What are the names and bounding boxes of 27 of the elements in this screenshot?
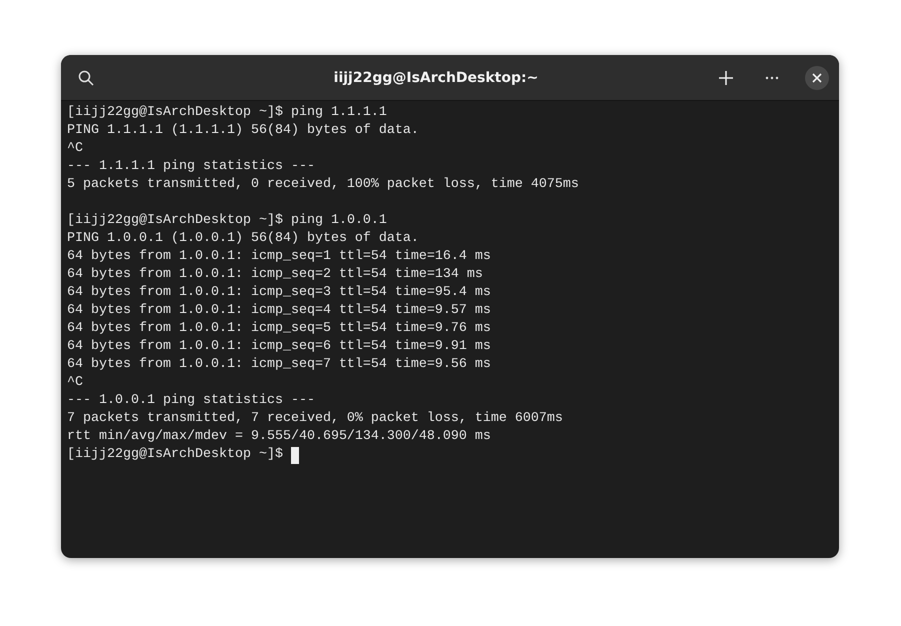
shell-prompt: [iijj22gg@IsArchDesktop ~]$ [67,104,283,122]
output-line: 64 bytes from 1.0.0.1: icmp_seq=2 ttl=54 time=134 ms [67,266,483,284]
output-line: --- 1.0.0.1 ping statistics --- [67,392,315,410]
output-line: 64 bytes from 1.0.0.1: icmp_seq=1 ttl=54 time=16.4 ms [67,248,491,266]
output-line: 5 packets transmitted, 0 received, 100% packet loss, time 4075ms [67,176,579,194]
output-line: PING 1.0.0.1 (1.0.0.1) 56(84) bytes of data. [67,230,419,248]
output-line: 64 bytes from 1.0.0.1: icmp_seq=3 ttl=54 time=95.4 ms [67,284,491,302]
plus-icon [719,70,733,84]
close-icon [812,72,822,82]
output-line: ^C [67,140,83,158]
window-title: iijj22gg@IsArchDesktop:~ [332,70,540,86]
search-icon [78,70,94,86]
output-line: ^C [67,374,83,392]
output-line: 64 bytes from 1.0.0.1: icmp_seq=5 ttl=54 time=9.76 ms [67,320,491,338]
more-icon [765,76,779,80]
command-text: ping 1.1.1.1 [290,104,387,122]
shell-prompt: [iijj22gg@IsArchDesktop ~]$ [67,446,283,464]
output-line: --- 1.1.1.1 ping statistics --- [67,158,315,176]
output-line: 64 bytes from 1.0.0.1: icmp_seq=4 ttl=54 time=9.57 ms [67,302,491,320]
output-line: 64 bytes from 1.0.0.1: icmp_seq=7 ttl=54 time=9.56 ms [67,356,491,374]
command-text: ping 1.0.0.1 [290,212,387,230]
output-line: 64 bytes from 1.0.0.1: icmp_seq=6 ttl=54 time=9.91 ms [67,338,491,356]
output-line: rtt min/avg/max/mdev = 9.555/40.695/134.300/48.090 ms [67,428,491,446]
output-line: PING 1.1.1.1 (1.1.1.1) 56(84) bytes of data. [67,122,419,140]
shell-prompt: [iijj22gg@IsArchDesktop ~]$ [67,212,283,230]
close-button[interactable] [805,66,829,90]
output-line: 7 packets transmitted, 7 received, 0% packet loss, time 6007ms [67,410,563,428]
